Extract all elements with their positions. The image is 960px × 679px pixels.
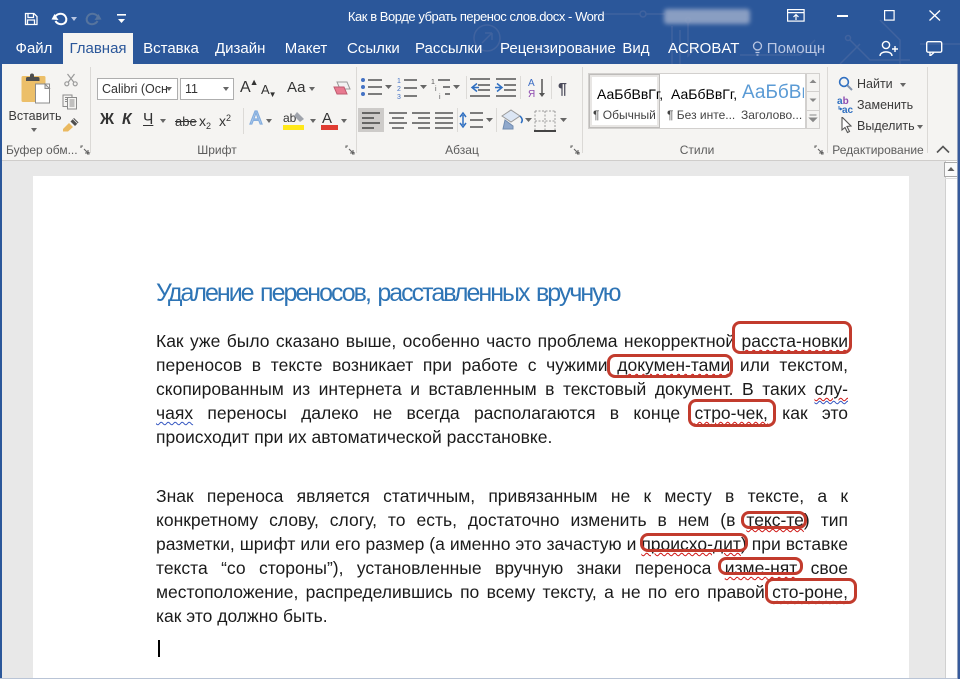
svg-text:1: 1 [397,78,401,85]
svg-text:3: 3 [397,94,401,100]
svg-text:Я: Я [528,89,535,100]
svg-text:2: 2 [397,86,401,93]
svg-text:ac: ac [842,105,854,113]
svg-text:i: i [439,94,441,100]
svg-text:А: А [322,110,332,127]
svg-text:i: i [435,86,437,93]
svg-text:А: А [528,78,535,89]
svg-text:¶: ¶ [558,81,567,98]
svg-text:ab: ab [283,111,297,125]
svg-text:1: 1 [431,79,435,86]
